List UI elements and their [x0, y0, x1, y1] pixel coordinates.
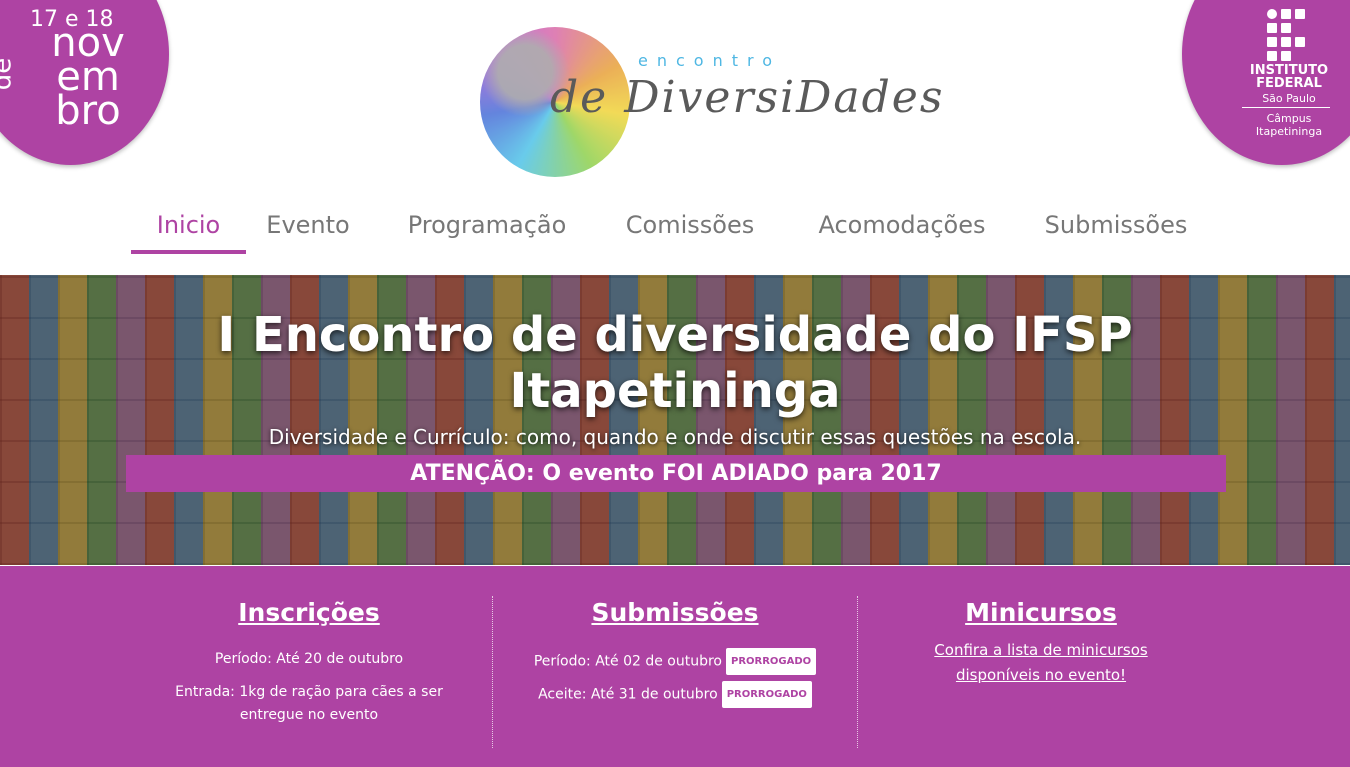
inscricoes-periodo: Período: Até 20 de outubro: [214, 651, 404, 667]
institution-divider: [1242, 107, 1330, 108]
submissoes-title[interactable]: Submissões: [505, 598, 845, 627]
entrada-line-2: entregue no evento: [239, 707, 379, 723]
minicursos-title[interactable]: Minicursos: [871, 598, 1211, 627]
month-line-3: bro: [55, 88, 121, 134]
logo-diversidades-text: de DiversiDades: [550, 72, 945, 123]
inscricoes-title[interactable]: Inscrições: [139, 598, 479, 627]
event-month: nov em bro: [38, 23, 138, 134]
event-de: de: [0, 57, 18, 91]
minicursos-link-line-2[interactable]: disponíveis no evento!: [956, 666, 1126, 684]
institution-state: São Paulo: [1262, 92, 1316, 105]
minicursos-link[interactable]: Confira a lista de minicursos disponívei…: [871, 638, 1211, 688]
submissoes-aceite: Aceite: Até 31 de outubro: [538, 686, 718, 703]
campus-line-2: Itapetininga: [1255, 125, 1323, 138]
postponed-notice: ATENÇÃO: O evento FOI ADIADO para 2017: [126, 455, 1226, 492]
hero-title-line-1: I Encontro de diversidade do IFSP: [217, 307, 1133, 363]
institution-badge[interactable]: INSTITUTO FEDERAL São Paulo Câmpus Itape…: [1182, 0, 1350, 165]
nav-item-comissoes[interactable]: Comissões: [612, 207, 768, 255]
nav-item-acomodacoes[interactable]: Acomodações: [798, 207, 1006, 255]
inscricoes-entrada: Entrada: 1kg de ração para cães a ser en…: [139, 681, 479, 727]
entrada-line-1: Entrada: 1kg de ração para cães a ser: [175, 684, 443, 700]
event-date-badge: 17 e 18 nov em bro de: [0, 0, 169, 165]
column-divider: [857, 596, 858, 748]
info-section: Inscrições Período: Até 20 de outubro En…: [0, 566, 1350, 767]
minicursos-link-line-1[interactable]: Confira a lista de minicursos: [934, 641, 1147, 659]
hero-title-line-2: Itapetininga: [509, 363, 841, 419]
prorrogado-badge: PRORROGADO: [726, 648, 817, 675]
campus-line-1: Câmpus: [1266, 112, 1312, 125]
institution-name: INSTITUTO FEDERAL: [1234, 64, 1344, 90]
nav-item-inicio[interactable]: Inicio: [131, 207, 246, 255]
institution-campus: Câmpus Itapetininga: [1234, 112, 1344, 138]
nav-active-indicator: [131, 250, 246, 254]
nav-item-submissoes[interactable]: Submissões: [1032, 207, 1200, 255]
submissoes-periodo: Período: Até 02 de outubro: [533, 653, 722, 670]
submissoes-aceite-row: Aceite: Até 31 de outubro PRORROGADO: [505, 681, 845, 708]
hero-title: I Encontro de diversidade do IFSP Itapet…: [0, 307, 1350, 419]
logo-encontro-text: encontro: [638, 51, 781, 70]
hero-subtitle: Diversidade e Currículo: como, quando e …: [268, 425, 1082, 449]
ifsp-logo-icon: [1267, 9, 1307, 61]
nav-item-evento[interactable]: Evento: [256, 207, 360, 255]
nav-item-programacao[interactable]: Programação: [388, 207, 586, 255]
hero-banner: I Encontro de diversidade do IFSP Itapet…: [0, 275, 1350, 565]
prorrogado-badge: PRORROGADO: [721, 681, 812, 708]
submissoes-periodo-row: Período: Até 02 de outubro PRORROGADO: [505, 648, 845, 675]
column-divider: [492, 596, 493, 748]
institution-line-2: FEDERAL: [1256, 76, 1322, 91]
